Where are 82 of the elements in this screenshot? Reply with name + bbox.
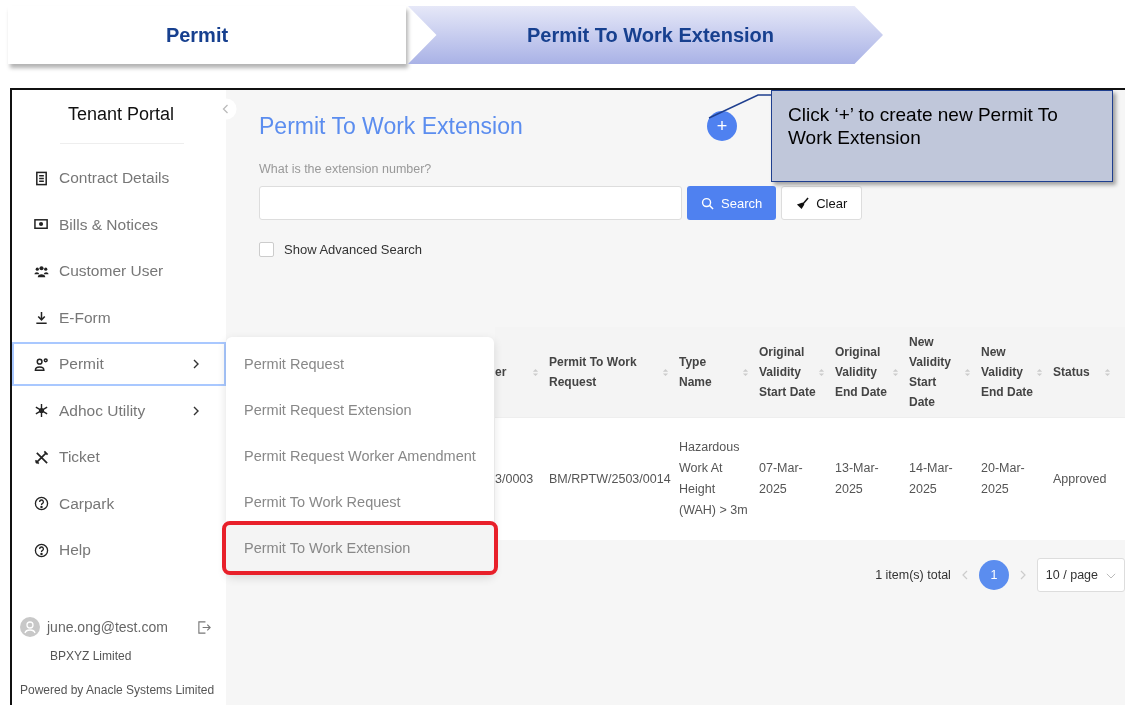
- sidebar-item-label: E-Form: [59, 308, 111, 327]
- sort-icon[interactable]: [1036, 366, 1043, 378]
- sort-icon[interactable]: [662, 366, 669, 378]
- breadcrumb-step[interactable]: Permit: [8, 6, 406, 64]
- sidebar-item[interactable]: Help: [12, 528, 226, 572]
- sidebar-item-label: Ticket: [59, 448, 100, 466]
- column-header[interactable]: er: [495, 362, 507, 382]
- column-header[interactable]: New Validity Start Date: [909, 332, 964, 412]
- sidebar-item[interactable]: Permit: [12, 342, 226, 386]
- download-icon: [34, 310, 49, 325]
- person-icon: [34, 356, 49, 372]
- column-header[interactable]: Permit To Work Request: [549, 352, 662, 392]
- tools-icon: [34, 449, 49, 465]
- table-cell: BM/RPTW/2503/0014: [549, 471, 671, 486]
- submenu-item[interactable]: Permit Request Worker Amendment: [230, 433, 490, 479]
- sidebar-item-label: Contract Details: [59, 169, 170, 187]
- chevron-right-icon: [192, 404, 200, 417]
- submenu-item[interactable]: Permit To Work Request: [230, 479, 490, 525]
- sidebar-item[interactable]: Bills & Notices: [12, 202, 226, 247]
- sidebar-item-label: Adhoc Utility: [59, 401, 146, 420]
- company-name: BPXYZ Limited: [49, 648, 133, 663]
- breadcrumb-step[interactable]: Permit To Work Extension: [408, 6, 883, 64]
- question-icon: [34, 542, 49, 558]
- sort-icon[interactable]: [742, 366, 749, 378]
- table-cell: Approved: [1053, 471, 1107, 486]
- sort-icon[interactable]: [532, 366, 539, 378]
- table-cell: 20-Mar-2025: [981, 461, 1025, 496]
- snowflake-icon: [34, 403, 49, 418]
- sidebar-item[interactable]: Contract Details: [12, 156, 226, 200]
- sort-icon[interactable]: [818, 366, 825, 378]
- logout-icon[interactable]: [197, 619, 212, 635]
- broom-icon: [796, 196, 810, 210]
- table-cell: 13-Mar-2025: [835, 461, 879, 496]
- document-icon: [34, 170, 49, 186]
- sidebar-item[interactable]: Ticket: [12, 435, 226, 479]
- submenu-item[interactable]: Permit Request: [230, 341, 490, 387]
- sidebar-item-label: Permit: [59, 355, 104, 373]
- column-header[interactable]: Original Validity End Date: [835, 342, 892, 402]
- column-header[interactable]: New Validity End Date: [981, 342, 1036, 402]
- total-count: 1 item(s) total: [875, 568, 951, 582]
- checkbox[interactable]: [259, 242, 274, 257]
- sort-icon[interactable]: [964, 366, 971, 378]
- dropdown-icon: [1106, 571, 1116, 579]
- page-size-select[interactable]: 10 / page: [1036, 558, 1125, 592]
- sidebar-item-label: Customer User: [59, 262, 164, 280]
- sidebar-item-label: Help: [59, 541, 91, 559]
- page-title: Permit To Work Extension: [259, 112, 524, 140]
- money-icon: [34, 217, 49, 232]
- footer-text: Powered by Anacle Systems Limited: [19, 682, 216, 699]
- search-button[interactable]: Search: [687, 186, 777, 220]
- avatar-icon: [20, 617, 40, 637]
- search-icon: [701, 196, 714, 210]
- portal-title: Tenant Portal: [66, 104, 176, 125]
- previous-page-icon[interactable]: [960, 569, 969, 581]
- column-header[interactable]: Status: [1053, 362, 1090, 382]
- sidebar-item[interactable]: Customer User: [12, 249, 226, 293]
- checkbox-label: Show Advanced Search: [284, 242, 423, 257]
- search-field[interactable]: [259, 186, 682, 220]
- sidebar-item[interactable]: Adhoc Utility: [12, 388, 226, 433]
- table-cell: Hazardous Work At Height (WAH) > 3m: [679, 440, 748, 517]
- sort-icon[interactable]: [1104, 366, 1111, 378]
- sidebar-item[interactable]: E-Form: [12, 295, 226, 340]
- add-button[interactable]: +: [707, 111, 737, 141]
- callout-box: Click ‘+’ to create new Permit To Work Extension: [771, 90, 1113, 182]
- column-header[interactable]: Type Name: [679, 352, 742, 392]
- table-cell: 07-Mar-2025: [759, 461, 803, 496]
- next-page-icon[interactable]: [1018, 569, 1027, 581]
- sidebar-item-label: Bills & Notices: [59, 215, 159, 234]
- people-icon: [34, 263, 49, 279]
- page-button[interactable]: 1: [978, 560, 1009, 590]
- table-cell: 14-Mar-2025: [909, 461, 953, 496]
- sidebar-item-label: Carpark: [59, 494, 115, 513]
- submenu-item[interactable]: Permit Request Extension: [230, 387, 490, 433]
- chevron-right-icon: [192, 358, 200, 370]
- user-email: june.ong@test.com: [47, 619, 169, 635]
- question-icon: [34, 496, 49, 511]
- sidebar-item[interactable]: Carpark: [12, 481, 226, 526]
- table-cell: 3/0003: [495, 471, 534, 486]
- column-header[interactable]: Original Validity Start Date: [759, 342, 818, 402]
- sort-icon[interactable]: [892, 366, 899, 378]
- clear-button[interactable]: Clear: [781, 186, 863, 220]
- search-label: What is the extension number?: [259, 162, 433, 176]
